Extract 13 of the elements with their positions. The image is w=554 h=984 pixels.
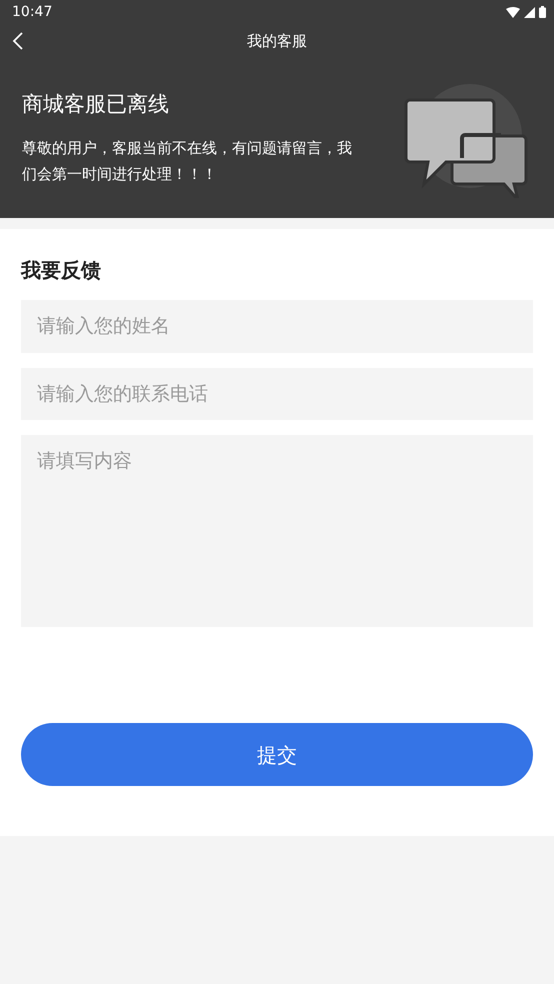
submit-button[interactable]: 提交 xyxy=(21,723,533,786)
back-icon[interactable] xyxy=(12,31,24,51)
input-field[interactable]: 请输入您的姓名 xyxy=(21,300,533,352)
page-title: 我的客服 xyxy=(247,30,307,52)
content-field[interactable]: 请填写内容 xyxy=(21,435,533,627)
battery-icon xyxy=(539,6,546,18)
signal-icon xyxy=(524,6,535,18)
wifi-icon xyxy=(506,6,520,18)
offline-message: 尊敬的用户，客服当前不在线，有问题请留言，我们会第一时间进行处理！！！ xyxy=(22,138,352,185)
input-field[interactable]: 请输入您的联系电话 xyxy=(21,368,533,420)
offline-title: 商城客服已离线 xyxy=(22,91,170,118)
status-time: 10:47 xyxy=(12,2,52,22)
feedback-heading: 我要反馈 xyxy=(21,257,102,284)
